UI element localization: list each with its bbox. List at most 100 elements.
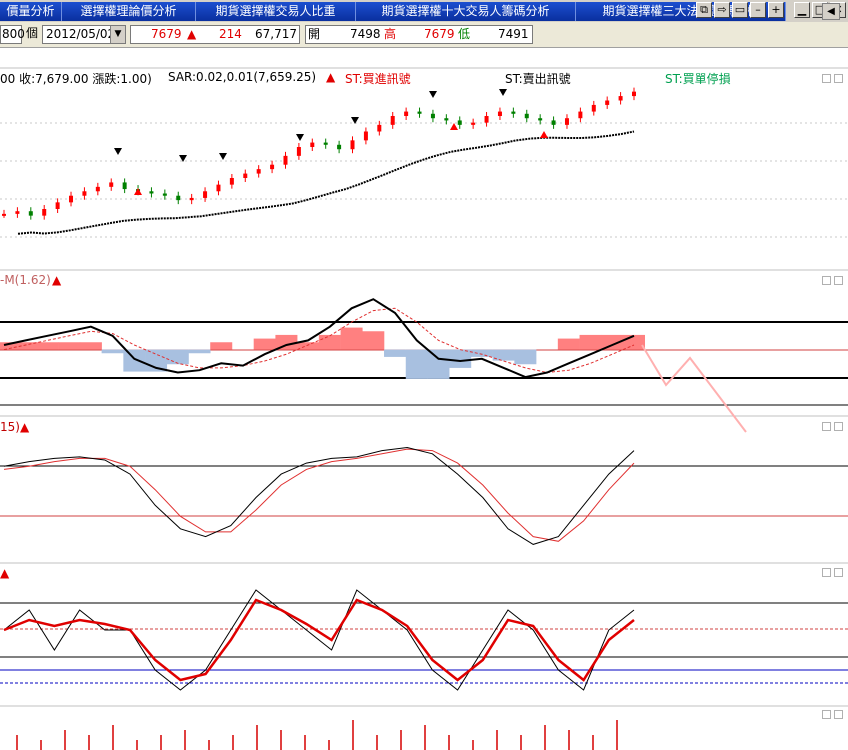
candle-body	[605, 100, 610, 105]
volume-bar	[184, 730, 186, 750]
candle-body	[149, 191, 154, 194]
buy-signal-arrow	[450, 123, 458, 130]
volume-bar	[400, 730, 402, 750]
macd-histogram-bar	[188, 349, 211, 354]
candle-body	[229, 178, 234, 185]
volume-bar	[616, 720, 618, 750]
pane-close-icon[interactable]	[834, 74, 843, 83]
candle-body	[390, 116, 395, 125]
candle-body	[162, 193, 167, 196]
candle-body	[122, 182, 127, 190]
sar-label: SAR:0.02,0.01(7,659.25)	[168, 70, 317, 84]
candle-body	[350, 140, 355, 150]
macd-histogram-bar	[101, 349, 124, 354]
macd-projection-line	[641, 344, 747, 433]
candle-body	[95, 186, 100, 192]
volume-bar	[64, 730, 66, 750]
candle-body	[270, 164, 275, 170]
osc-up-icon: ▲	[0, 566, 10, 580]
candle-body	[256, 169, 261, 174]
candle-body	[578, 111, 583, 119]
candle-body	[176, 195, 181, 201]
candle-body	[109, 182, 114, 187]
macd-histogram-bar	[384, 349, 407, 357]
macd-histogram-bar	[449, 349, 472, 368]
buy-signal-arrow	[540, 131, 548, 138]
osc-fast-line	[3, 589, 635, 691]
candle-body	[618, 96, 623, 101]
volume-bar	[88, 735, 90, 750]
macd-histogram-bar	[623, 334, 645, 350]
sell-signal-arrow	[499, 89, 507, 96]
candle-body	[42, 209, 47, 216]
macd-histogram-bar	[405, 349, 428, 379]
sar-up-icon: ▲	[326, 70, 336, 84]
volume-bar	[496, 730, 498, 750]
pane-collapse-icon[interactable]	[822, 422, 831, 431]
macd-histogram-bar	[362, 331, 385, 350]
candle-body	[82, 191, 87, 196]
volume-bar	[568, 730, 570, 750]
pane-close-icon[interactable]	[834, 568, 843, 577]
volume-bar	[160, 735, 162, 750]
candle-body	[417, 111, 422, 114]
candle-body	[216, 184, 221, 192]
macd-up-icon: ▲	[52, 273, 62, 287]
candle-body	[511, 111, 516, 114]
candle-body	[632, 91, 636, 97]
d-line	[3, 448, 635, 542]
buy-signal-arrow	[134, 188, 142, 195]
sell-signal-arrow	[351, 117, 359, 124]
candle-body	[243, 173, 248, 178]
pane-collapse-icon[interactable]	[822, 74, 831, 83]
candle-body	[296, 147, 301, 156]
pane-close-icon[interactable]	[834, 422, 843, 431]
macd-histogram-bar	[210, 342, 233, 350]
candle-body	[564, 118, 569, 125]
macd-histogram-bar	[166, 349, 189, 365]
volume-bar	[208, 740, 210, 750]
candle-body	[15, 211, 20, 214]
candle-body	[363, 131, 368, 141]
candle-body	[377, 124, 382, 132]
macd-histogram-bar	[58, 342, 81, 350]
sell-signal-arrow	[296, 134, 304, 141]
candle-body	[310, 142, 315, 147]
candle-body	[283, 155, 288, 165]
candle-body	[591, 104, 596, 112]
volume-bar	[328, 740, 330, 750]
candle-body	[538, 118, 543, 121]
candle-body	[28, 211, 33, 216]
volume-bar	[136, 740, 138, 750]
pane-collapse-icon[interactable]	[822, 710, 831, 719]
candle-body	[337, 144, 342, 150]
volume-bar	[352, 720, 354, 750]
volume-bar	[448, 735, 450, 750]
candle-body	[497, 111, 502, 116]
chart-area[interactable]	[0, 0, 848, 750]
pane-close-icon[interactable]	[834, 276, 843, 285]
pane-close-icon[interactable]	[834, 710, 843, 719]
volume-bar	[112, 725, 114, 750]
macd-histogram-bar	[340, 327, 363, 350]
macd-histogram-bar	[579, 334, 602, 350]
sell-signal-arrow	[219, 153, 227, 160]
volume-bar	[40, 740, 42, 750]
sell-signal-label: ST:賣出訊號	[505, 72, 571, 86]
volume-bar	[424, 725, 426, 750]
candle-body	[430, 113, 435, 119]
volume-bar	[16, 735, 18, 750]
pane-collapse-icon[interactable]	[822, 276, 831, 285]
volume-bar	[280, 730, 282, 750]
candle-body	[484, 116, 489, 123]
candle-body	[55, 202, 60, 209]
macd-histogram-bar	[36, 342, 59, 350]
candle-body	[444, 118, 449, 121]
stop-signal-label: ST:買單停損	[665, 72, 731, 86]
candle-body	[457, 120, 462, 125]
candle-body	[2, 213, 6, 216]
candle-body	[203, 191, 208, 198]
macd-histogram-bar	[318, 334, 341, 350]
pane-collapse-icon[interactable]	[822, 568, 831, 577]
macd-histogram-bar	[123, 349, 146, 372]
